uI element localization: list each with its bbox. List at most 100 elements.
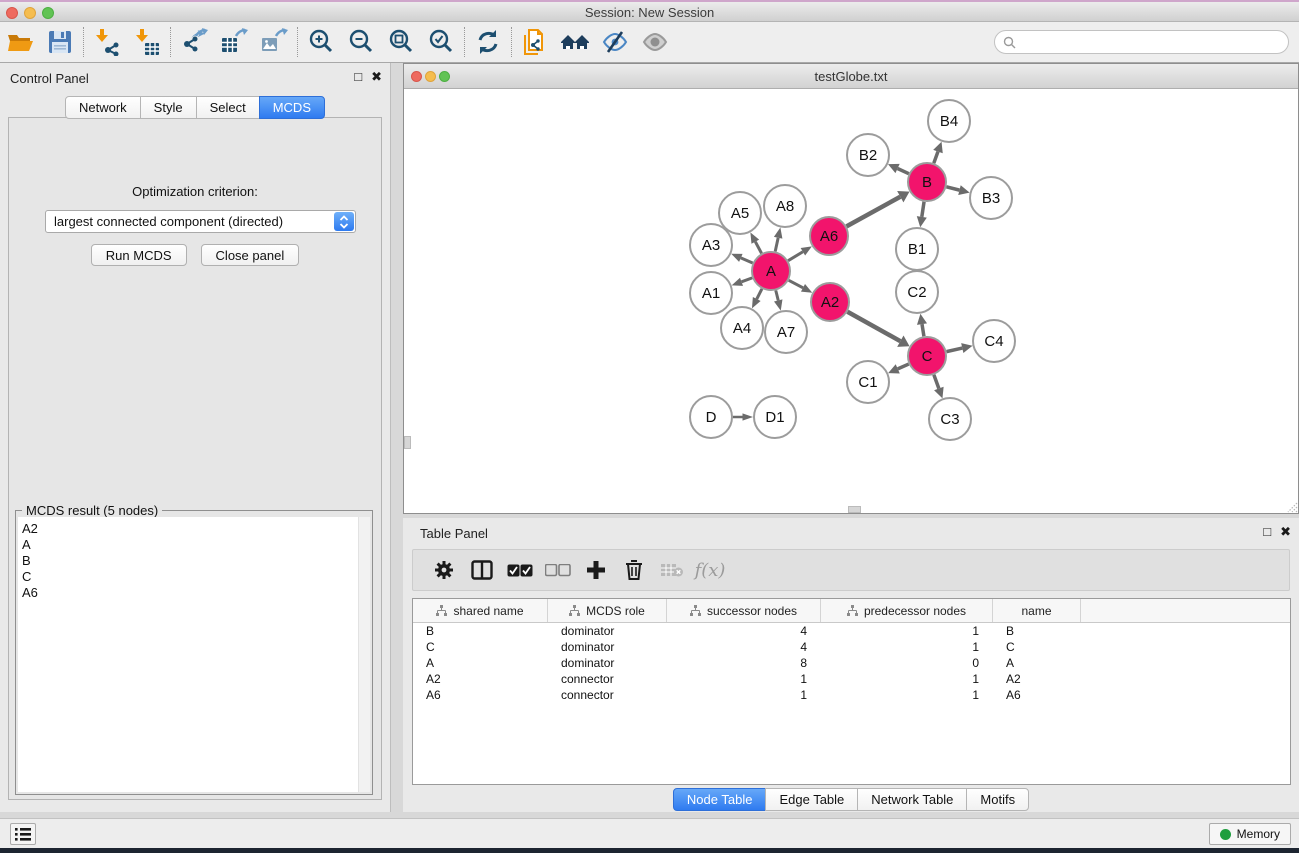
tab-mcds[interactable]: MCDS xyxy=(259,96,325,119)
memory-status-icon xyxy=(1220,829,1231,840)
network-canvas[interactable]: AA1A2A3A4A5A6A7A8BB1B2B3B4CC1C2C3C4DD1 xyxy=(404,89,1298,513)
mcds-result-list[interactable]: A2ABCA6 xyxy=(18,517,370,792)
zoom-fit-icon[interactable] xyxy=(381,25,421,59)
search-field[interactable] xyxy=(994,30,1289,54)
tab-select[interactable]: Select xyxy=(196,96,260,119)
resize-grip-icon[interactable] xyxy=(1284,499,1298,513)
table-row[interactable]: Bdominator41B xyxy=(413,623,1290,639)
edge-C-C2[interactable] xyxy=(922,324,924,336)
table-tabs: Node Table Edge Table Network Table Moti… xyxy=(673,788,1029,811)
export-network-icon[interactable] xyxy=(174,25,214,59)
close-panel-icon[interactable]: ✖ xyxy=(371,69,382,85)
edge-C-C1[interactable] xyxy=(898,364,909,369)
edge-A-A5[interactable] xyxy=(755,242,761,254)
edge-A-A8[interactable] xyxy=(775,238,778,252)
add-column-icon[interactable] xyxy=(577,554,615,586)
column-header-name[interactable]: name xyxy=(993,599,1081,622)
new-network-from-selection-icon[interactable] xyxy=(515,25,555,59)
zoom-in-icon[interactable] xyxy=(301,25,341,59)
select-all-icon[interactable] xyxy=(501,554,539,586)
close-table-panel-icon[interactable]: ✖ xyxy=(1280,524,1291,540)
status-bar: Memory xyxy=(0,818,1299,848)
delete-column-icon[interactable] xyxy=(615,554,653,586)
unselect-all-icon[interactable] xyxy=(539,554,577,586)
close-panel-button[interactable]: Close panel xyxy=(201,244,300,266)
edge-B-B4[interactable] xyxy=(934,152,938,164)
import-network-icon[interactable] xyxy=(87,25,127,59)
import-table-icon[interactable] xyxy=(127,25,167,59)
home-icon[interactable] xyxy=(555,25,595,59)
main-toolbar xyxy=(0,22,1299,63)
float-panel-icon[interactable]: □ xyxy=(354,69,362,85)
export-table-icon[interactable] xyxy=(214,25,254,59)
edge-B-B1[interactable] xyxy=(922,202,924,217)
save-session-icon[interactable] xyxy=(40,25,80,59)
memory-button[interactable]: Memory xyxy=(1209,823,1291,845)
column-header-predecessor-nodes[interactable]: predecessor nodes xyxy=(821,599,993,622)
table-panel-title: Table Panel xyxy=(420,526,488,541)
edge-A-A4[interactable] xyxy=(757,289,762,299)
tab-node-table[interactable]: Node Table xyxy=(673,788,767,811)
edge-C-C4[interactable] xyxy=(947,348,963,352)
column-header-MCDS-role[interactable]: MCDS role xyxy=(548,599,667,622)
table-cell: 8 xyxy=(667,655,821,671)
show-panels-button[interactable] xyxy=(10,823,36,845)
edge-B-B3[interactable] xyxy=(946,187,959,190)
edge-B-B2[interactable] xyxy=(898,169,909,174)
result-item[interactable]: A6 xyxy=(22,585,370,601)
column-selector-icon[interactable] xyxy=(463,554,501,586)
node-table[interactable]: shared nameMCDS rolesuccessor nodesprede… xyxy=(412,598,1291,785)
column-header-successor-nodes[interactable]: successor nodes xyxy=(667,599,821,622)
node-label-B1: B1 xyxy=(908,241,926,258)
network-window-titlebar[interactable]: testGlobe.txt xyxy=(404,64,1298,89)
result-item[interactable]: B xyxy=(22,553,370,569)
edge-A-A3[interactable] xyxy=(741,258,753,263)
table-row[interactable]: A2connector11A2 xyxy=(413,671,1290,687)
float-table-panel-icon[interactable]: □ xyxy=(1263,524,1271,540)
refresh-icon[interactable] xyxy=(468,25,508,59)
tab-network[interactable]: Network xyxy=(65,96,141,119)
export-image-icon[interactable] xyxy=(254,25,294,59)
table-row[interactable]: Cdominator41C xyxy=(413,639,1290,655)
horizontal-scrollbar[interactable] xyxy=(848,506,861,513)
edge-A-A1[interactable] xyxy=(742,278,753,282)
main-area: Control Panel □ ✖ Network Style Select M… xyxy=(0,63,1299,818)
table-cell: 1 xyxy=(821,671,993,687)
tab-edge-table[interactable]: Edge Table xyxy=(765,788,858,811)
vertical-scrollbar[interactable] xyxy=(404,436,411,449)
edge-A-A2[interactable] xyxy=(789,280,803,288)
edge-A6-B[interactable] xyxy=(847,197,901,227)
criterion-select[interactable]: largest connected component (directed) xyxy=(45,210,356,233)
arrowhead-icon xyxy=(774,228,783,239)
graphics-details-icon[interactable] xyxy=(595,25,635,59)
column-header-shared-name[interactable]: shared name xyxy=(413,599,548,622)
edge-A2-C[interactable] xyxy=(847,312,900,341)
search-input[interactable] xyxy=(1020,35,1288,49)
show-hide-icon[interactable] xyxy=(635,25,675,59)
edge-C-C3[interactable] xyxy=(934,375,939,389)
zoom-out-icon[interactable] xyxy=(341,25,381,59)
run-mcds-button[interactable]: Run MCDS xyxy=(91,244,187,266)
open-file-icon[interactable] xyxy=(0,25,40,59)
table-cell: dominator xyxy=(548,623,667,639)
result-item[interactable]: A xyxy=(22,537,370,553)
edge-A-A7[interactable] xyxy=(776,290,778,300)
zoom-selected-icon[interactable] xyxy=(421,25,461,59)
tab-style[interactable]: Style xyxy=(140,96,197,119)
delete-table-icon[interactable] xyxy=(653,554,691,586)
tab-motifs[interactable]: Motifs xyxy=(966,788,1029,811)
mcds-result-items: A2ABCA6 xyxy=(18,517,370,601)
arrowhead-icon xyxy=(732,278,743,286)
table-row[interactable]: A6connector11A6 xyxy=(413,687,1290,703)
function-builder-icon[interactable]: f(x) xyxy=(691,554,729,586)
edge-A-A6[interactable] xyxy=(788,252,803,261)
result-scrollbar[interactable] xyxy=(358,517,370,792)
result-item[interactable]: A2 xyxy=(22,521,370,537)
table-row[interactable]: Adominator80A xyxy=(413,655,1290,671)
table-settings-gear-icon[interactable] xyxy=(425,554,463,586)
table-cell: 1 xyxy=(821,687,993,703)
table-cell: connector xyxy=(548,687,667,703)
table-cell: 1 xyxy=(821,623,993,639)
result-item[interactable]: C xyxy=(22,569,370,585)
tab-network-table[interactable]: Network Table xyxy=(857,788,967,811)
